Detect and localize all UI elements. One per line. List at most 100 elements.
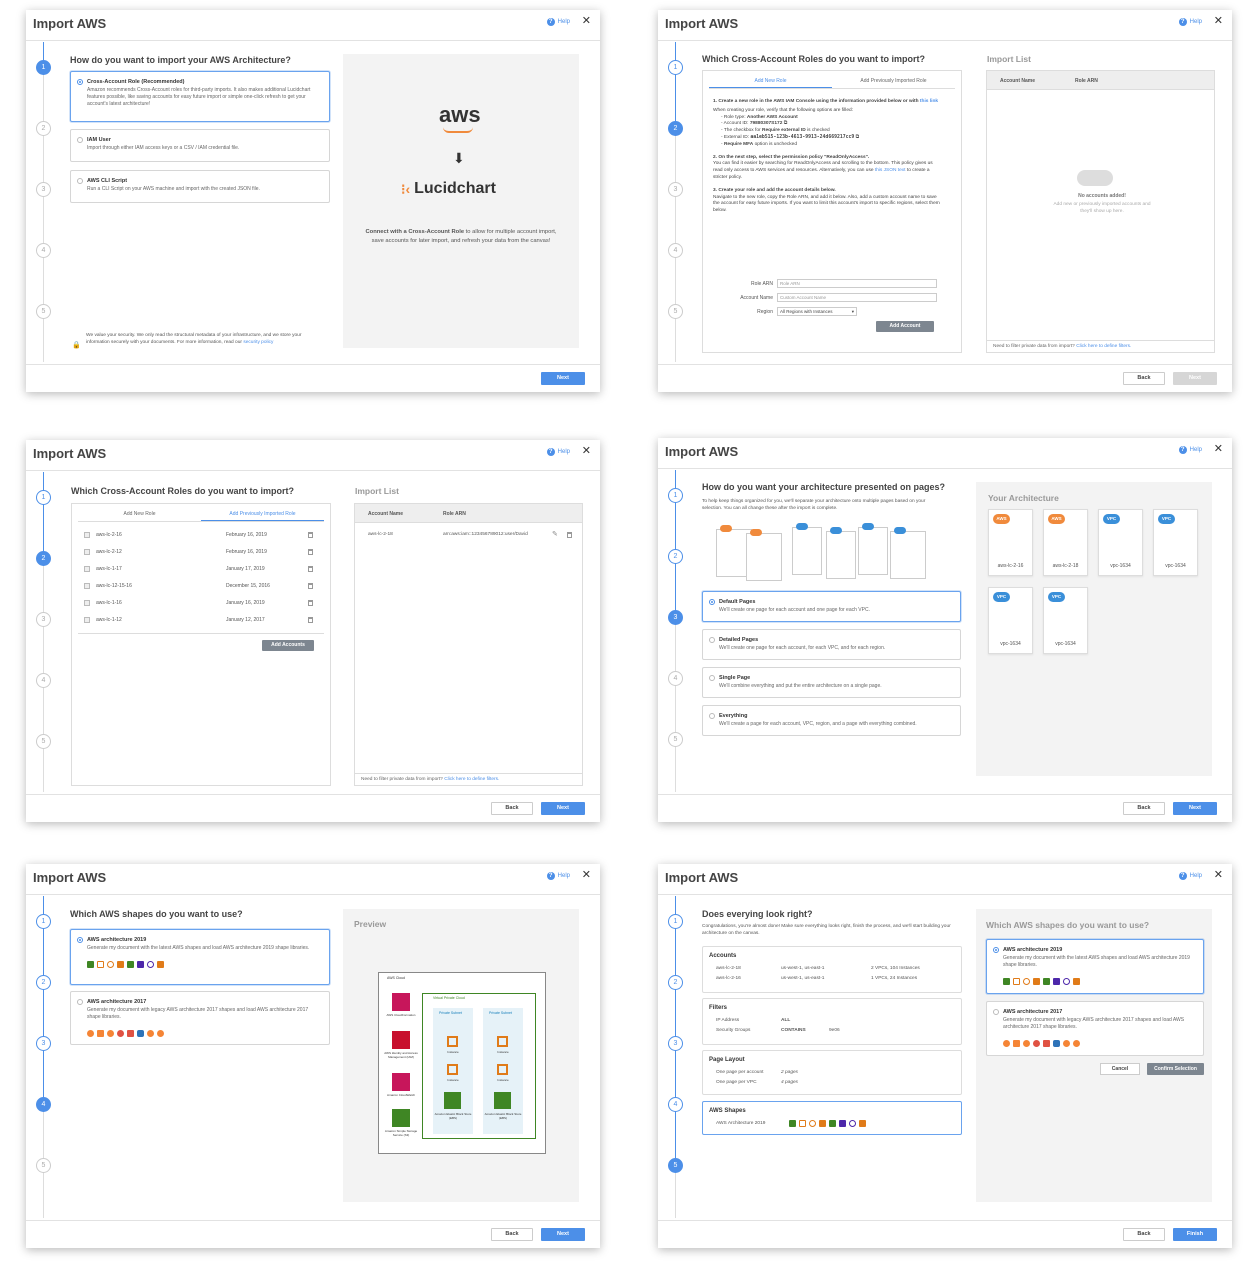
accounts-section[interactable]: Accounts aws-lc-2-18 us-west-1, us-east-1… [702, 946, 962, 993]
step-2[interactable]: 2 [668, 549, 683, 564]
next-button[interactable]: Next [541, 802, 585, 815]
step-2[interactable]: 2 [36, 975, 51, 990]
option-detailed-pages[interactable]: Detailed Pages We'll create one page for… [702, 629, 961, 660]
step-5[interactable]: 5 [36, 304, 51, 319]
back-button[interactable]: Back [491, 802, 533, 815]
step-5[interactable]: 5 [668, 732, 683, 747]
step-4[interactable]: 4 [668, 671, 683, 686]
step-2[interactable]: 2 [36, 121, 51, 136]
checkbox[interactable] [84, 617, 90, 623]
json-text-link[interactable]: this JSON text [875, 168, 906, 173]
step-1[interactable]: 1 [668, 60, 683, 75]
list-item[interactable]: aws-lc-1-16 January 16, 2019 [84, 598, 313, 608]
edit-icon[interactable]: ✎ [552, 530, 558, 538]
back-button[interactable]: Back [1123, 1228, 1165, 1241]
option-aws-2017[interactable]: AWS architecture 2017 Generate my docume… [70, 991, 330, 1045]
step-2[interactable]: 2 [36, 551, 51, 566]
filters-section[interactable]: Filters IP Address ALL Security Groups CON… [702, 998, 962, 1045]
option-cli-script[interactable]: AWS CLI Script Run a CLI Script on your … [70, 170, 330, 203]
back-button[interactable]: Back [1123, 372, 1165, 385]
list-item[interactable]: aws-lc-2-16 February 16, 2019 [84, 530, 313, 540]
iam-console-link[interactable]: this link [920, 99, 938, 104]
step-1[interactable]: 1 [36, 60, 51, 75]
option-iam-user[interactable]: IAM User Import through either IAM acces… [70, 129, 330, 162]
trash-icon[interactable] [308, 549, 313, 555]
step-5[interactable]: 5 [36, 1158, 51, 1173]
close-button[interactable]: ✕ [1214, 442, 1223, 455]
close-button[interactable]: ✕ [1214, 14, 1223, 27]
checkbox[interactable] [84, 566, 90, 572]
step-1[interactable]: 1 [668, 914, 683, 929]
close-button[interactable]: ✕ [582, 868, 591, 881]
step-3[interactable]: 3 [668, 182, 683, 197]
next-button[interactable]: Next [541, 372, 585, 385]
close-button[interactable]: ✕ [582, 14, 591, 27]
region-select[interactable]: All Regions with Instances ▾ [777, 307, 857, 316]
step-1[interactable]: 1 [668, 488, 683, 503]
step-4[interactable]: 4 [36, 673, 51, 688]
trash-icon[interactable] [308, 617, 313, 623]
trash-icon[interactable] [567, 532, 572, 538]
role-arn-input[interactable]: Role ARN [777, 279, 937, 288]
trash-icon[interactable] [308, 532, 313, 538]
back-button[interactable]: Back [491, 1228, 533, 1241]
close-button[interactable]: ✕ [582, 444, 591, 457]
aws-shapes-section[interactable]: AWS Shapes AWS Architecture 2019 [702, 1101, 962, 1135]
trash-icon[interactable] [308, 600, 313, 606]
option-aws-2017[interactable]: AWS architecture 2017 Generate my docume… [986, 1001, 1204, 1056]
tab-previous-role[interactable]: Add Previously Imported Role [832, 75, 955, 88]
help-link[interactable]: ? Help [1178, 872, 1202, 880]
checkbox[interactable] [84, 583, 90, 589]
step-3[interactable]: 3 [668, 1036, 683, 1051]
list-item[interactable]: aws-lc-1-17 January 17, 2019 [84, 564, 313, 574]
next-button[interactable]: Next [541, 1228, 585, 1241]
help-link[interactable]: ? Help [1178, 446, 1202, 454]
option-default-pages[interactable]: Default Pages We'll create one page for … [702, 591, 961, 622]
step-4[interactable]: 4 [36, 243, 51, 258]
close-button[interactable]: ✕ [1214, 868, 1223, 881]
account-name-input[interactable]: Custom Account Name [777, 293, 937, 302]
option-cross-account[interactable]: Cross-Account Role (Recommended) Amazon … [70, 71, 330, 122]
cancel-button[interactable]: Cancel [1100, 1063, 1140, 1075]
step-1[interactable]: 1 [36, 490, 51, 505]
trash-icon[interactable] [308, 566, 313, 572]
step-2[interactable]: 2 [668, 121, 683, 136]
next-button[interactable]: Next [1173, 802, 1217, 815]
step-3[interactable]: 3 [36, 182, 51, 197]
step-3[interactable]: 3 [36, 1036, 51, 1051]
step-3[interactable]: 3 [668, 610, 683, 625]
tab-add-new-role[interactable]: Add New Role [78, 508, 201, 521]
copy-icon[interactable]: ⧉ [856, 135, 859, 140]
checkbox[interactable] [84, 532, 90, 538]
step-3[interactable]: 3 [36, 612, 51, 627]
security-policy-link[interactable]: security policy [243, 340, 273, 345]
page-layout-section[interactable]: Page Layout One page per account 2 pages … [702, 1050, 962, 1095]
tab-previous-role[interactable]: Add Previously Imported Role [201, 508, 324, 521]
copy-icon[interactable]: ⧉ [784, 121, 787, 126]
finish-button[interactable]: Finish [1173, 1228, 1217, 1241]
list-item[interactable]: aws-lc-12-15-16 December 15, 2016 [84, 581, 313, 591]
step-2[interactable]: 2 [668, 975, 683, 990]
define-filters-link[interactable]: Click here to define filters. [444, 777, 499, 782]
list-item[interactable]: aws-lc-1-12 January 12, 2017 [84, 615, 313, 625]
add-account-button[interactable]: Add Account [876, 321, 934, 332]
checkbox[interactable] [84, 549, 90, 555]
step-5[interactable]: 5 [36, 734, 51, 749]
back-button[interactable]: Back [1123, 802, 1165, 815]
confirm-selection-button[interactable]: Confirm Selection [1147, 1063, 1204, 1075]
step-1[interactable]: 1 [36, 914, 51, 929]
tab-add-new-role[interactable]: Add New Role [709, 75, 832, 88]
step-4[interactable]: 4 [668, 243, 683, 258]
add-accounts-button[interactable]: Add Accounts [262, 640, 314, 651]
option-aws-2019[interactable]: AWS architecture 2019 Generate my docume… [70, 929, 330, 985]
step-4[interactable]: 4 [36, 1097, 51, 1112]
next-button[interactable]: Next [1173, 372, 1217, 385]
step-5[interactable]: 5 [668, 1158, 683, 1173]
step-4[interactable]: 4 [668, 1097, 683, 1112]
help-link[interactable]: ? Help [1178, 18, 1202, 26]
define-filters-link[interactable]: Click here to define filters. [1076, 344, 1131, 349]
step-5[interactable]: 5 [668, 304, 683, 319]
option-aws-2019[interactable]: AWS architecture 2019 Generate my docume… [986, 939, 1204, 994]
option-single-page[interactable]: Single Page We'll combine everything and… [702, 667, 961, 698]
option-everything[interactable]: Everything We'll create a page for each … [702, 705, 961, 736]
